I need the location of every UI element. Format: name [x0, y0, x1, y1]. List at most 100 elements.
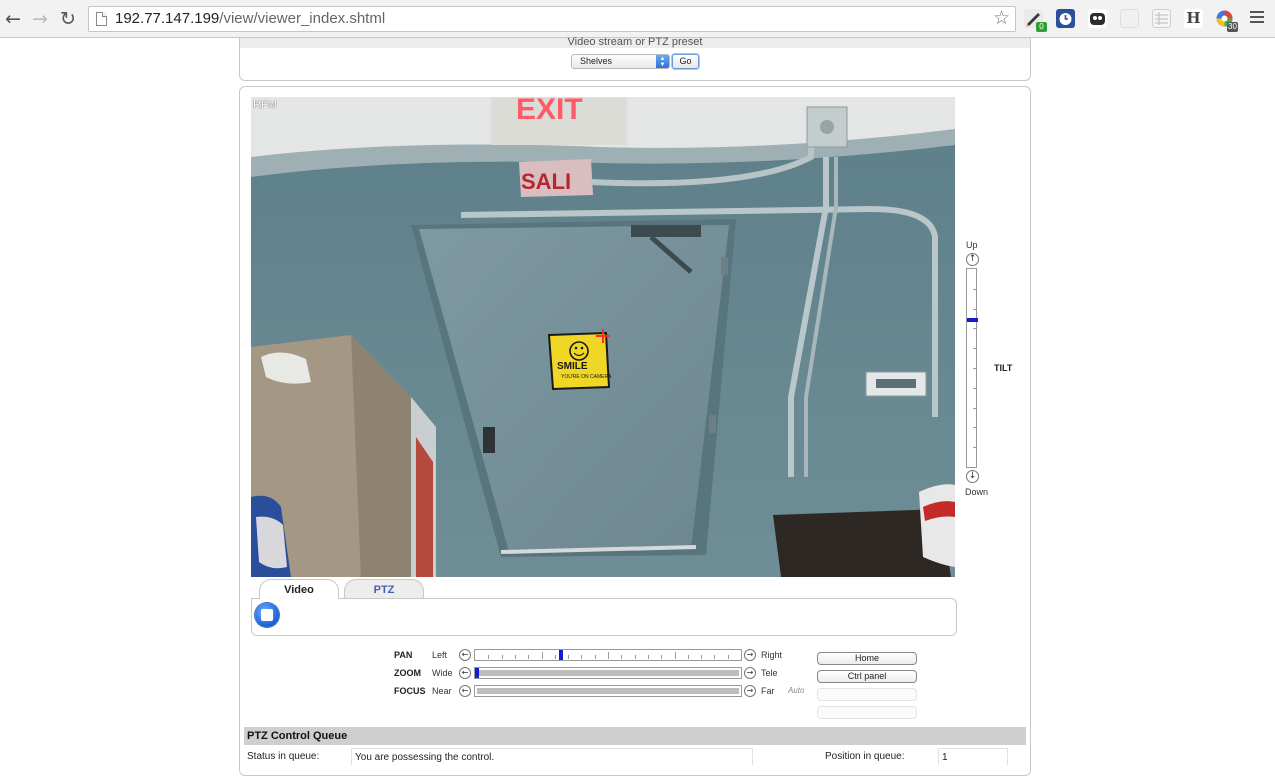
tilt-tick	[973, 348, 977, 350]
zoom-high-label: Tele	[761, 668, 778, 678]
salida-sign-text: SALI	[521, 169, 571, 194]
h-extension-label: H	[1186, 9, 1201, 27]
pan-tick	[701, 655, 702, 659]
pan-left-arrow-icon[interactable]: ←	[459, 649, 471, 661]
bookmark-star-icon[interactable]: ☆	[993, 7, 1010, 29]
ptz-queue-row: Status in queue: You are possessing the …	[244, 747, 1026, 765]
zoom-position-marker[interactable]	[475, 668, 479, 678]
reload-icon[interactable]: ↻	[57, 8, 79, 30]
tilt-down-arrow-icon[interactable]: ↓	[966, 470, 979, 483]
tab-ptz[interactable]: PTZ	[344, 579, 424, 599]
back-arrow-icon[interactable]: ←	[2, 8, 24, 30]
focus-slider[interactable]	[474, 685, 742, 697]
tilt-tick	[973, 427, 977, 429]
pan-tick	[528, 655, 529, 659]
tilt-tick	[973, 308, 977, 310]
pencil-extension-icon[interactable]: 0	[1024, 9, 1047, 32]
stop-button[interactable]	[255, 603, 279, 627]
empty-button-slot	[817, 706, 917, 719]
pan-tick	[688, 655, 689, 659]
pan-tick	[621, 655, 622, 659]
pan-tick	[648, 655, 649, 659]
tilt-down-label: Down	[965, 487, 989, 497]
zoom-low-label: Wide	[432, 668, 453, 678]
tab-video-label: Video	[284, 584, 314, 596]
tilt-tick	[973, 328, 977, 330]
focus-slider-fill	[477, 688, 739, 694]
stop-icon	[261, 609, 273, 621]
pan-tick	[581, 655, 582, 659]
blank-extension-icon[interactable]	[1120, 9, 1139, 28]
pan-label: PAN	[394, 650, 413, 660]
smile-sign-subtext: YOU'RE ON CAMERA	[561, 374, 612, 380]
select-arrows-icon: ▲ ▼	[656, 55, 669, 68]
zoom-slider-fill	[477, 670, 739, 676]
pan-tick	[675, 652, 676, 659]
preset-select[interactable]: Shelves ▲ ▼	[571, 54, 670, 69]
focus-high-label: Far	[761, 686, 775, 696]
home-button[interactable]: Home	[817, 652, 917, 665]
ghostery-extension-icon[interactable]	[1088, 9, 1107, 28]
clock-extension-icon[interactable]	[1056, 9, 1075, 28]
preset-selected-value: Shelves	[580, 56, 613, 66]
tilt-tick	[973, 447, 977, 449]
pan-tick	[568, 655, 569, 659]
zoom-in-arrow-icon[interactable]: →	[744, 667, 756, 679]
zoom-out-arrow-icon[interactable]: ←	[459, 667, 471, 679]
pan-tick	[595, 655, 596, 659]
focus-near-arrow-icon[interactable]: ←	[459, 685, 471, 697]
position-in-queue-value: 1	[938, 748, 1008, 765]
exit-sign-text: EXIT	[516, 97, 583, 126]
forward-arrow-icon[interactable]: →	[29, 8, 51, 30]
url-host: 192.77.147.199	[115, 10, 220, 27]
tilt-position-marker[interactable]	[967, 318, 978, 322]
preset-panel: Video stream or PTZ preset Shelves ▲ ▼ Go	[239, 37, 1031, 81]
h-extension-icon[interactable]: H	[1184, 9, 1203, 28]
pan-tick	[542, 652, 543, 659]
tilt-tick	[973, 407, 977, 409]
pan-right-arrow-icon[interactable]: →	[744, 649, 756, 661]
pan-tick	[488, 655, 489, 659]
focus-low-label: Near	[432, 686, 452, 696]
camera-overlay-label: RFM	[253, 99, 277, 111]
pan-high-label: Right	[761, 650, 783, 660]
tilt-up-label: Up	[966, 240, 978, 250]
pan-tick	[714, 655, 715, 659]
pan-slider[interactable]	[474, 649, 742, 661]
browser-toolbar: ← → ↻ 192.77.147.199/view/viewer_index.s…	[0, 0, 1275, 38]
tilt-slider[interactable]	[966, 268, 978, 468]
crosshair-icon	[596, 329, 610, 343]
pan-tick	[555, 655, 556, 659]
ptz-queue-header: PTZ Control Queue	[244, 727, 1026, 745]
extension-badge: 30	[1227, 22, 1238, 32]
preset-title: Video stream or PTZ preset	[240, 37, 1030, 48]
empty-button-slot	[817, 688, 917, 701]
extension-badge: 0	[1036, 22, 1047, 32]
video-tab-panel	[251, 598, 957, 636]
focus-auto-label: Auto	[788, 686, 805, 695]
tilt-up-arrow-icon[interactable]: ↑	[966, 253, 979, 266]
pan-tick	[515, 655, 516, 659]
pan-position-marker[interactable]	[559, 650, 563, 660]
focus-label: FOCUS	[394, 686, 426, 696]
tab-ptz-label: PTZ	[373, 584, 395, 596]
zoom-slider[interactable]	[474, 667, 742, 679]
tilt-label: TILT	[994, 363, 1013, 373]
pan-tick	[635, 655, 636, 659]
go-button[interactable]: Go	[672, 54, 699, 69]
tilt-tick	[973, 288, 977, 290]
pan-low-label: Left	[432, 650, 448, 660]
camera-video[interactable]: EXIT SALI SMILE YOU'RE ON CAMERA RFM	[251, 97, 955, 577]
menu-icon[interactable]	[1250, 11, 1264, 25]
address-bar[interactable]: 192.77.147.199/view/viewer_index.shtml ☆	[88, 6, 1016, 32]
ctrl-panel-button[interactable]: Ctrl panel	[817, 670, 917, 683]
url-text[interactable]: 192.77.147.199/view/viewer_index.shtml	[115, 10, 385, 27]
pan-tick	[661, 655, 662, 659]
pan-tick	[728, 655, 729, 659]
focus-far-arrow-icon[interactable]: →	[744, 685, 756, 697]
status-in-queue-label: Status in queue:	[247, 751, 320, 762]
tab-video[interactable]: Video	[259, 579, 339, 599]
smile-sign-text: SMILE	[557, 361, 588, 372]
table-extension-icon[interactable]	[1152, 9, 1171, 28]
color-wheel-extension-icon[interactable]: 30	[1215, 9, 1238, 32]
